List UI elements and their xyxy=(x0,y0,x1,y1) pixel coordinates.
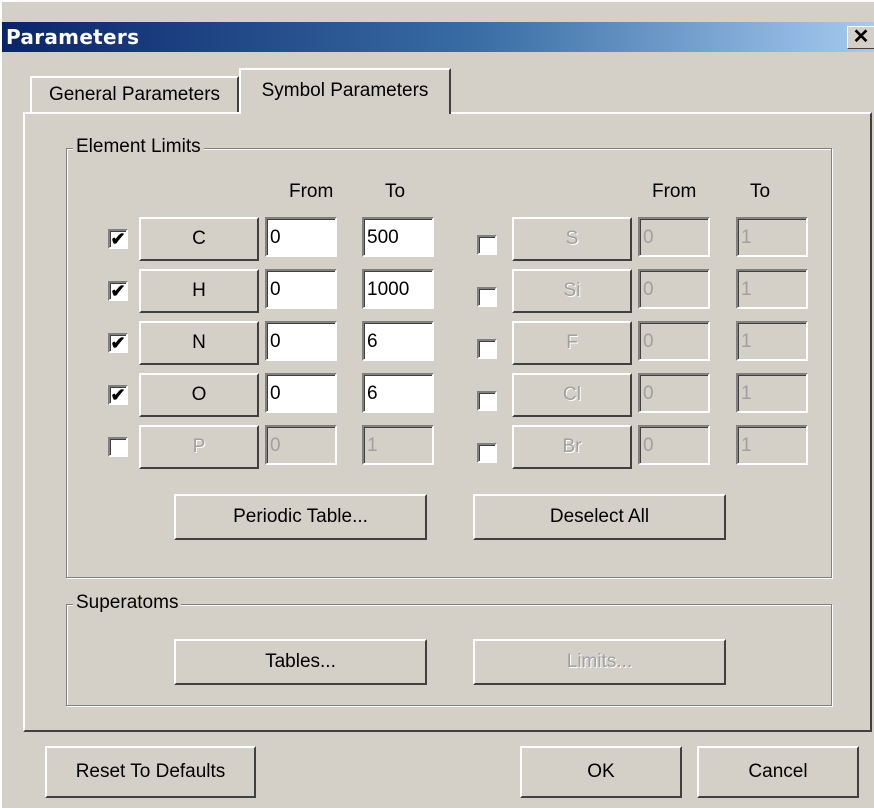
col-header-to-right: To xyxy=(750,181,771,202)
s-from-input[interactable] xyxy=(638,217,710,257)
col-header-from-left: From xyxy=(289,181,334,202)
p-from-input[interactable] xyxy=(265,425,337,465)
ok-button[interactable]: OK xyxy=(520,746,682,798)
checkbox-n[interactable]: ✔ xyxy=(108,333,128,353)
tab-symbol-parameters[interactable]: Symbol Parameters xyxy=(239,68,451,114)
checkbox-cl[interactable] xyxy=(477,391,497,411)
checkbox-si[interactable] xyxy=(477,287,497,307)
element-button-o[interactable]: O xyxy=(139,373,259,417)
o-from-input[interactable] xyxy=(265,373,337,413)
tables-button[interactable]: Tables... xyxy=(174,639,427,685)
o-to-input[interactable] xyxy=(362,373,434,413)
si-from-input[interactable] xyxy=(638,269,710,309)
br-to-input[interactable] xyxy=(736,425,808,465)
checkbox-br[interactable] xyxy=(477,443,497,463)
br-from-input[interactable] xyxy=(638,425,710,465)
checkbox-s[interactable] xyxy=(477,235,497,255)
f-from-input[interactable] xyxy=(638,321,710,361)
h-to-input[interactable] xyxy=(362,269,434,309)
si-to-input[interactable] xyxy=(736,269,808,309)
col-header-to-left: To xyxy=(385,181,406,202)
s-to-input[interactable] xyxy=(736,217,808,257)
checkbox-c[interactable]: ✔ xyxy=(108,229,128,249)
element-button-cl[interactable]: Cl xyxy=(512,373,632,417)
reset-to-defaults-button[interactable]: Reset To Defaults xyxy=(45,746,256,798)
element-button-c[interactable]: C xyxy=(139,217,259,261)
checkbox-p[interactable] xyxy=(108,437,128,457)
h-from-input[interactable] xyxy=(265,269,337,309)
deselect-all-button[interactable]: Deselect All xyxy=(473,494,726,540)
close-icon[interactable]: ✕ xyxy=(847,26,874,49)
element-button-si[interactable]: Si xyxy=(512,269,632,313)
window-title: Parameters xyxy=(6,25,140,49)
element-button-f[interactable]: F xyxy=(512,321,632,365)
checkbox-o[interactable]: ✔ xyxy=(108,385,128,405)
cancel-button[interactable]: Cancel xyxy=(697,746,859,798)
n-from-input[interactable] xyxy=(265,321,337,361)
element-button-br[interactable]: Br xyxy=(512,425,632,469)
limits-button[interactable]: Limits... xyxy=(473,639,726,685)
c-from-input[interactable] xyxy=(265,217,337,257)
c-to-input[interactable] xyxy=(362,217,434,257)
element-button-h[interactable]: H xyxy=(139,269,259,313)
cl-to-input[interactable] xyxy=(736,373,808,413)
element-button-n[interactable]: N xyxy=(139,321,259,365)
title-bar[interactable]: Parameters ✕ xyxy=(2,22,874,52)
element-button-p[interactable]: P xyxy=(139,425,259,469)
tab-general-parameters[interactable]: General Parameters xyxy=(30,76,239,112)
cl-from-input[interactable] xyxy=(638,373,710,413)
p-to-input[interactable] xyxy=(362,425,434,465)
symbol-parameters-panel: Element Limits From To From To ✔C✔H✔N✔OP… xyxy=(23,112,872,732)
element-limits-legend: Element Limits xyxy=(73,136,204,158)
superatoms-legend: Superatoms xyxy=(73,592,182,614)
f-to-input[interactable] xyxy=(736,321,808,361)
checkbox-f[interactable] xyxy=(477,339,497,359)
periodic-table-button[interactable]: Periodic Table... xyxy=(174,494,427,540)
element-limits-group: Element Limits From To From To ✔C✔H✔N✔OP… xyxy=(66,136,832,578)
superatoms-group: Superatoms Tables... Limits... xyxy=(66,592,832,706)
col-header-from-right: From xyxy=(652,181,697,202)
checkbox-h[interactable]: ✔ xyxy=(108,281,128,301)
element-button-s[interactable]: S xyxy=(512,217,632,261)
parameters-dialog: Parameters ✕ General Parameters Symbol P… xyxy=(0,0,874,808)
n-to-input[interactable] xyxy=(362,321,434,361)
